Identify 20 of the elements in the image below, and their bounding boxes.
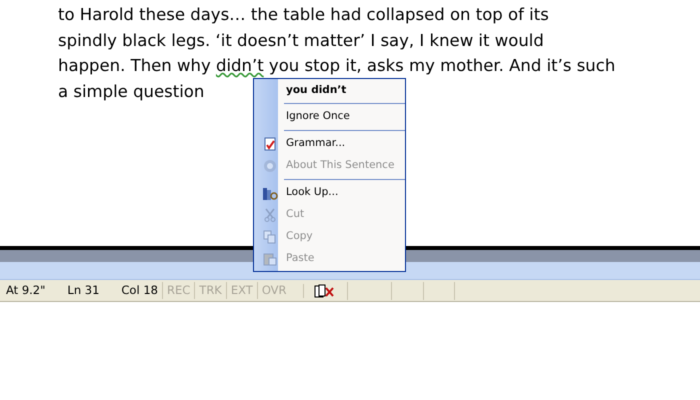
- text-line: didn’t: [216, 56, 264, 75]
- menu-item[interactable]: Ignore Once: [254, 106, 405, 128]
- text-line: happen. Then why: [58, 56, 212, 75]
- books-icon: [262, 185, 278, 201]
- text-line: a simple question: [58, 82, 204, 100]
- document-check-icon: [263, 137, 277, 151]
- text-line: to Harold these days… the table had collapsed on top of its: [58, 5, 549, 24]
- clipboard-icon: [263, 252, 277, 266]
- menu-item[interactable]: you didn’t: [254, 80, 405, 101]
- status-text: Col 18: [121, 282, 158, 299]
- status-text: Ln 31: [67, 282, 100, 299]
- scissors-icon: [264, 208, 276, 222]
- menu-item[interactable]: Look Up...: [254, 182, 405, 204]
- copy-icon: [263, 230, 277, 244]
- help-icon: [263, 159, 277, 173]
- text-line: spindly black legs. ‘it doesn’t matter’ I say, I knew it would: [58, 30, 544, 50]
- menu-item[interactable]: Grammar...: [254, 133, 405, 155]
- status-text: At 9.2": [6, 282, 46, 299]
- book-x-icon: [314, 284, 336, 298]
- text-line: you stop it, asks my mother. And it’s such: [268, 56, 616, 75]
